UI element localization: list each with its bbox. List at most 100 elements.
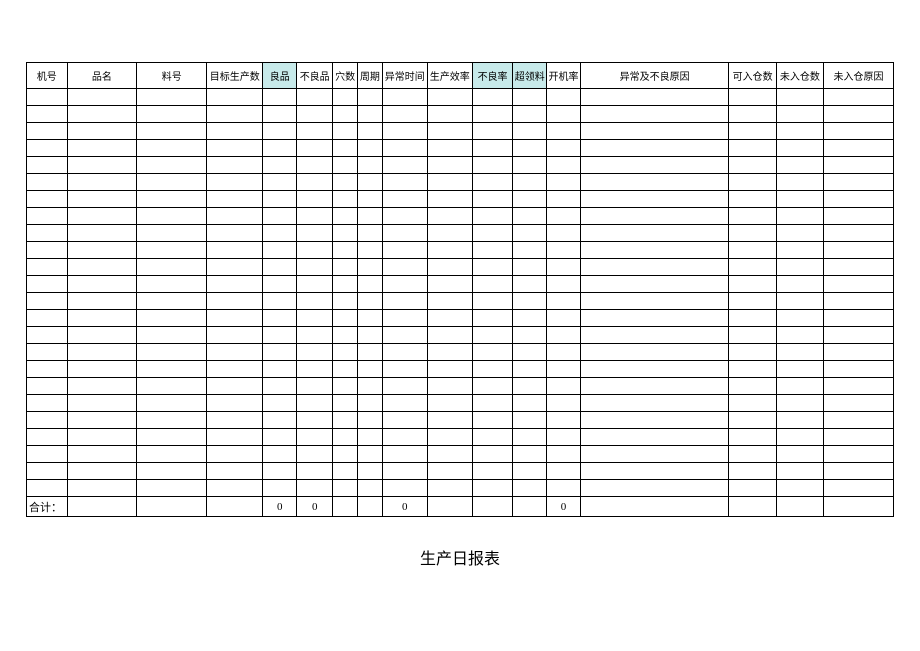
table-cell xyxy=(513,429,547,446)
table-cell xyxy=(513,395,547,412)
table-cell xyxy=(333,123,358,140)
table-cell xyxy=(513,378,547,395)
table-cell xyxy=(263,293,297,310)
table-cell xyxy=(472,276,513,293)
table-cell xyxy=(297,310,333,327)
table-cell xyxy=(297,157,333,174)
table-cell xyxy=(427,157,472,174)
col-header: 机号 xyxy=(27,63,68,89)
table-cell xyxy=(729,293,776,310)
table-row xyxy=(27,174,894,191)
table-cell xyxy=(382,327,427,344)
table-cell xyxy=(472,395,513,412)
table-cell xyxy=(547,480,581,497)
table-cell xyxy=(27,242,68,259)
table-cell xyxy=(472,446,513,463)
table-cell xyxy=(472,293,513,310)
table-cell xyxy=(67,344,137,361)
table-cell xyxy=(333,463,358,480)
table-cell xyxy=(333,293,358,310)
table-cell xyxy=(513,123,547,140)
table-cell xyxy=(263,327,297,344)
total-cell xyxy=(729,497,776,517)
table-cell xyxy=(263,463,297,480)
table-cell xyxy=(297,259,333,276)
table-cell xyxy=(27,361,68,378)
table-cell xyxy=(27,310,68,327)
table-cell xyxy=(67,480,137,497)
table-cell xyxy=(513,208,547,225)
table-cell xyxy=(427,276,472,293)
table-cell xyxy=(729,344,776,361)
table-cell xyxy=(547,310,581,327)
table-cell xyxy=(824,429,894,446)
table-cell xyxy=(472,327,513,344)
table-cell xyxy=(427,361,472,378)
table-cell xyxy=(580,259,729,276)
table-cell xyxy=(207,429,263,446)
table-cell xyxy=(513,446,547,463)
table-cell xyxy=(580,89,729,106)
table-cell xyxy=(67,191,137,208)
table-row xyxy=(27,89,894,106)
table-cell xyxy=(333,157,358,174)
table-cell xyxy=(357,157,382,174)
table-cell xyxy=(580,191,729,208)
table-cell xyxy=(333,106,358,123)
table-cell xyxy=(427,208,472,225)
table-cell xyxy=(472,412,513,429)
table-cell xyxy=(333,361,358,378)
table-cell xyxy=(263,429,297,446)
table-cell xyxy=(824,412,894,429)
table-cell xyxy=(824,259,894,276)
table-cell xyxy=(263,208,297,225)
total-cell: 0 xyxy=(547,497,581,517)
table-cell xyxy=(357,242,382,259)
table-cell xyxy=(67,174,137,191)
table-cell xyxy=(137,276,207,293)
table-cell xyxy=(580,463,729,480)
table-cell xyxy=(472,191,513,208)
total-cell xyxy=(513,497,547,517)
table-cell xyxy=(333,412,358,429)
table-cell xyxy=(357,480,382,497)
table-cell xyxy=(427,225,472,242)
table-cell xyxy=(513,412,547,429)
table-cell xyxy=(729,259,776,276)
table-cell xyxy=(427,191,472,208)
table-cell xyxy=(382,395,427,412)
table-cell xyxy=(824,463,894,480)
table-cell xyxy=(27,140,68,157)
total-cell xyxy=(472,497,513,517)
table-cell xyxy=(263,344,297,361)
table-cell xyxy=(472,480,513,497)
table-cell xyxy=(263,480,297,497)
table-cell xyxy=(357,429,382,446)
table-cell xyxy=(776,208,823,225)
table-cell xyxy=(137,480,207,497)
table-row xyxy=(27,140,894,157)
table-cell xyxy=(547,276,581,293)
table-cell xyxy=(137,259,207,276)
table-cell xyxy=(27,344,68,361)
table-cell xyxy=(472,208,513,225)
table-cell xyxy=(297,395,333,412)
table-cell xyxy=(357,276,382,293)
table-cell xyxy=(67,157,137,174)
table-cell xyxy=(137,463,207,480)
table-cell xyxy=(472,123,513,140)
table-cell xyxy=(27,191,68,208)
col-header: 目标生产数 xyxy=(207,63,263,89)
table-cell xyxy=(513,191,547,208)
table-cell xyxy=(67,242,137,259)
table-cell xyxy=(427,344,472,361)
table-cell xyxy=(137,89,207,106)
table-cell xyxy=(297,344,333,361)
table-cell xyxy=(824,276,894,293)
table-cell xyxy=(729,361,776,378)
table-cell xyxy=(263,140,297,157)
col-header: 异常时间 xyxy=(382,63,427,89)
table-row xyxy=(27,480,894,497)
table-cell xyxy=(382,293,427,310)
col-header: 良品 xyxy=(263,63,297,89)
